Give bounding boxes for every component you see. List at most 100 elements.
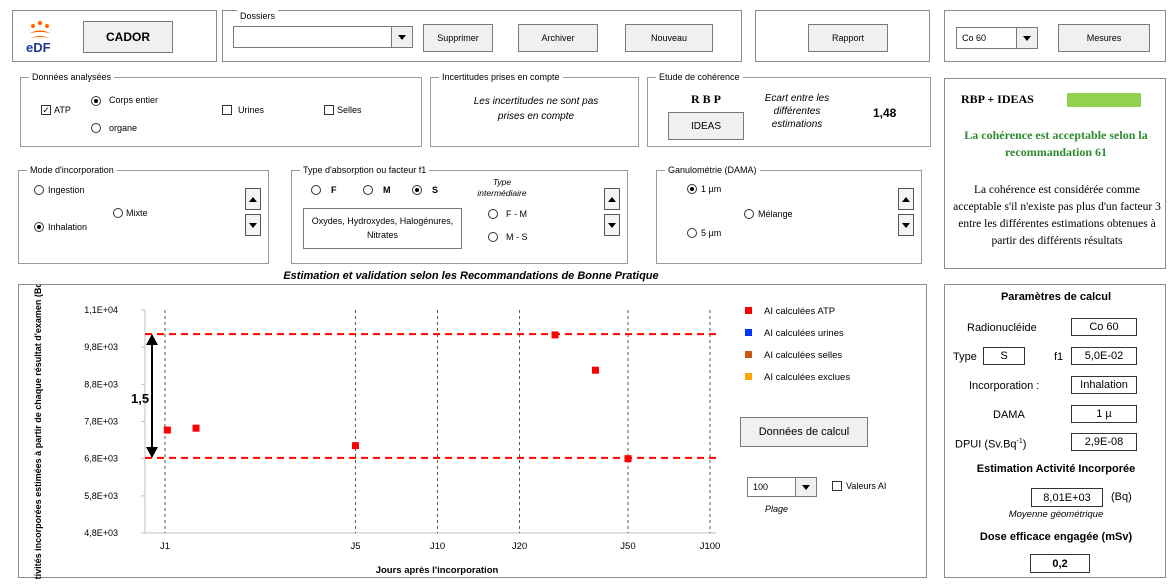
- valeurs-ai-label: Valeurs AI: [846, 481, 887, 491]
- f1-value: 5,0E-02: [1071, 347, 1137, 365]
- chevron-down-icon: [902, 222, 910, 228]
- dama-label: DAMA: [993, 409, 1025, 421]
- compounds-box: Oxydes, Hydroxydes, Halogénures, Nitrate…: [303, 208, 462, 249]
- dose-title: Dose efficace engagée (mSv): [979, 531, 1133, 543]
- mixte-radio[interactable]: [113, 208, 123, 218]
- ecart-value: 1,48: [873, 106, 897, 120]
- legend-marker: [745, 373, 752, 380]
- supprimer-button[interactable]: Supprimer: [423, 24, 493, 52]
- y-tick-label: 5,8E+03: [84, 491, 118, 501]
- chevron-down-icon: [249, 222, 257, 228]
- section-title: Estimation et validation selon les Recom…: [283, 270, 659, 282]
- s-radio[interactable]: [412, 185, 422, 195]
- f1-label: f1: [1054, 351, 1064, 363]
- legend-label: AI calculées exclues: [764, 372, 850, 383]
- mode-spin-up[interactable]: [245, 188, 261, 210]
- absorption-spin-up[interactable]: [604, 188, 620, 210]
- nouveau-button[interactable]: Nouveau: [625, 24, 713, 52]
- mesures-button[interactable]: Mesures: [1058, 24, 1150, 52]
- activity-value: 8,01E+03: [1031, 488, 1103, 507]
- data-point: [591, 366, 599, 374]
- m-radio[interactable]: [363, 185, 373, 195]
- urines-label: Urines: [238, 105, 265, 115]
- chevron-down-icon[interactable]: [795, 478, 816, 496]
- ms-radio[interactable]: [488, 232, 498, 242]
- absorption-title: Type d'absorption ou facteur f1: [300, 164, 430, 176]
- coherence-result: La cohérence est acceptable selon la rec…: [964, 128, 1148, 159]
- chevron-down-icon[interactable]: [391, 27, 412, 47]
- nuclide-select[interactable]: Co 60: [956, 27, 1038, 49]
- ecart-label: Ecart entre les différentes estimations: [764, 93, 830, 130]
- atp-checkbox[interactable]: ✓: [41, 105, 51, 115]
- incertitudes-title: Incertitudes prises en compte: [439, 71, 563, 83]
- granulo-spin-up[interactable]: [898, 188, 914, 210]
- legend-label: AI calculées ATP: [764, 306, 835, 317]
- selles-checkbox[interactable]: [324, 105, 334, 115]
- granulo-spin-down[interactable]: [898, 214, 914, 236]
- y-tick-label: 7,8E+03: [84, 417, 118, 427]
- ingestion-label: Ingestion: [48, 185, 85, 195]
- legend-marker: [745, 351, 752, 358]
- x-tick-label: J20: [512, 541, 527, 552]
- donnees-calcul-button[interactable]: Données de calcul: [740, 417, 868, 447]
- granulo-1um-radio[interactable]: [687, 184, 697, 194]
- plage-label: Plage: [765, 504, 789, 514]
- chevron-down-icon[interactable]: [1016, 28, 1037, 48]
- f-radio[interactable]: [311, 185, 321, 195]
- chevron-up-icon: [902, 196, 910, 202]
- estimation-title: Estimation Activité Incorporée: [976, 463, 1136, 475]
- plage-value: 100: [753, 482, 769, 492]
- granulo-5um-radio[interactable]: [687, 228, 697, 238]
- legend-marker: [745, 307, 752, 314]
- urines-checkbox[interactable]: [222, 105, 232, 115]
- logo-panel: eDF CADOR: [12, 10, 217, 62]
- melange-radio[interactable]: [744, 209, 754, 219]
- mode-spin-down[interactable]: [245, 214, 261, 236]
- plage-select[interactable]: 100: [747, 477, 817, 497]
- data-point: [551, 331, 559, 339]
- inhalation-radio[interactable]: [34, 222, 44, 232]
- absorption-spin-down[interactable]: [604, 214, 620, 236]
- coherence-group: Etude de cohérence R B P IDEAS Ecart ent…: [647, 71, 931, 147]
- rbp-ideas-title: RBP + IDEAS: [961, 92, 1034, 106]
- donnees-group: Données analysées ✓ ATP Corps entier org…: [20, 71, 422, 147]
- ingestion-radio[interactable]: [34, 185, 44, 195]
- data-point: [192, 424, 200, 432]
- data-point: [351, 442, 359, 450]
- m-label: M: [383, 185, 391, 195]
- rapport-panel: Rapport: [755, 10, 930, 62]
- y-tick-label: 8,8E+03: [84, 379, 118, 389]
- valeurs-ai-checkbox[interactable]: [832, 481, 842, 491]
- y-tick-label: 9,8E+03: [84, 342, 118, 352]
- dossiers-select[interactable]: [233, 26, 413, 48]
- granulo-5um-label: 5 µm: [701, 228, 722, 238]
- type-intermediaire-label: Type intermédiaire: [477, 177, 527, 198]
- corps-entier-radio[interactable]: [91, 96, 101, 106]
- ideas-button[interactable]: IDEAS: [668, 112, 744, 140]
- dama-value: 1 µ: [1071, 405, 1137, 423]
- rapport-button[interactable]: Rapport: [808, 24, 888, 52]
- nuclide-panel: Co 60 Mesures: [944, 10, 1166, 62]
- dpui-value: 2,9E-08: [1071, 433, 1137, 451]
- legend-marker: [745, 329, 752, 336]
- edf-logo-icon: eDF: [22, 19, 58, 55]
- granulo-title: Ganulométrie (DAMA): [665, 164, 760, 176]
- organe-radio[interactable]: [91, 123, 101, 133]
- inhalation-label: Inhalation: [48, 222, 88, 232]
- selles-label: Selles: [337, 105, 362, 115]
- activity-note: Moyenne géométrique: [1008, 509, 1104, 520]
- cador-button[interactable]: CADOR: [83, 21, 173, 53]
- ratio-label: 1,5: [131, 391, 149, 406]
- legend-label: AI calculées selles: [764, 350, 842, 361]
- radionuclide-label: Radionucléide: [967, 322, 1037, 334]
- granulo-1um-label: 1 µm: [701, 184, 722, 194]
- dossiers-panel: Dossiers Supprimer Archiver Nouveau: [222, 10, 742, 62]
- legend-label: AI calculées urines: [764, 328, 844, 339]
- incertitudes-text: Les incertitudes ne sont pas prises en c…: [473, 96, 599, 122]
- x-tick-label: J50: [620, 541, 635, 552]
- archiver-button[interactable]: Archiver: [518, 24, 598, 52]
- x-tick-label: J10: [430, 541, 445, 552]
- absorption-group: Type d'absorption ou facteur f1 F M S Ty…: [291, 164, 628, 264]
- fm-radio[interactable]: [488, 209, 498, 219]
- organe-label: organe: [109, 123, 138, 133]
